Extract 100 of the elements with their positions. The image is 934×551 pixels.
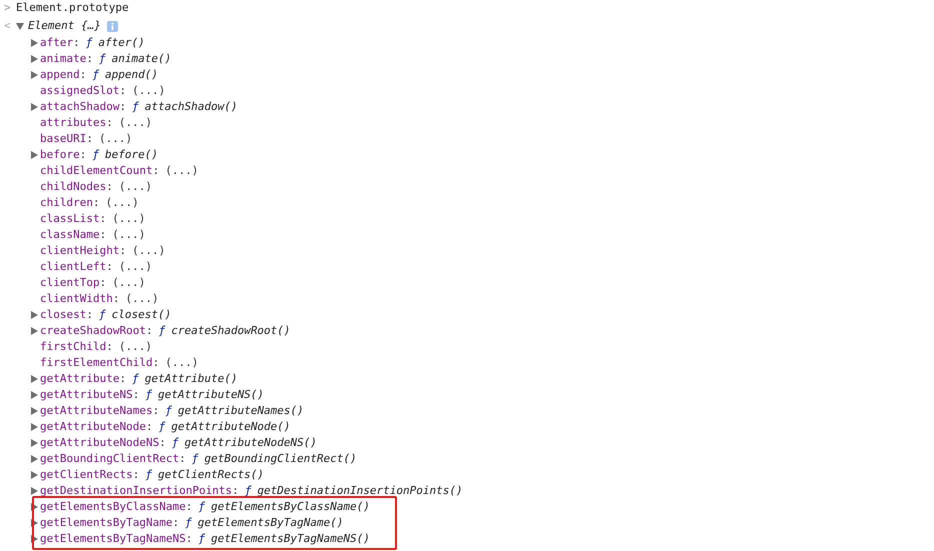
separator: : — [80, 67, 86, 83]
property-value: (...) — [165, 163, 198, 179]
property-value: getBoundingClientRect() — [204, 451, 357, 467]
object-label: Element {…} — [28, 18, 101, 34]
separator: : — [119, 371, 126, 387]
separator: : — [119, 83, 126, 99]
property-name: getElementsByTagNameNS — [40, 531, 186, 547]
separator: : — [100, 275, 106, 291]
function-mark: ƒ — [98, 51, 106, 67]
property-name: firstElementChild — [40, 355, 153, 371]
separator: : — [106, 339, 113, 355]
collapsed-triangle-icon[interactable] — [30, 151, 38, 159]
function-mark: ƒ — [92, 147, 99, 163]
collapsed-triangle-icon[interactable] — [30, 39, 38, 47]
separator: : — [152, 355, 160, 371]
property-name: closest — [40, 307, 86, 323]
function-mark: ƒ — [185, 515, 192, 531]
property-value: (...) — [112, 211, 146, 227]
separator: : — [92, 195, 100, 211]
property-value: getElementsByTagNameNS() — [210, 531, 370, 547]
property-value: (...) — [125, 291, 159, 307]
property-value: (...) — [132, 83, 166, 99]
collapsed-triangle-icon[interactable] — [30, 71, 38, 79]
property-value: getAttribute() — [144, 371, 238, 387]
separator: : — [186, 531, 192, 547]
separator: : — [152, 163, 160, 179]
function-mark: ƒ — [145, 467, 152, 483]
property-name: getElementsByClassName — [40, 499, 186, 515]
function-mark: ƒ — [92, 67, 99, 83]
function-mark: ƒ — [192, 451, 198, 467]
property-name: getClientRects — [40, 467, 133, 483]
collapsed-triangle-icon[interactable] — [30, 519, 38, 527]
separator: : — [112, 291, 120, 307]
input-text: Element.prototype — [16, 0, 129, 16]
collapsed-triangle-icon[interactable] — [30, 439, 38, 447]
property-value: (...) — [112, 227, 146, 243]
collapsed-triangle-icon[interactable] — [30, 327, 38, 335]
property-name: getAttributeNode — [40, 419, 146, 435]
function-mark: ƒ — [145, 387, 152, 403]
separator: : — [146, 419, 153, 435]
separator: : — [146, 323, 153, 339]
separator: : — [106, 115, 113, 131]
property-name: getDestinationInsertionPoints — [40, 483, 232, 499]
function-mark: ƒ — [98, 307, 106, 323]
property-name: animate — [40, 51, 86, 67]
function-mark: ƒ — [132, 99, 139, 115]
function-mark: ƒ — [165, 403, 172, 419]
property-name: getAttributeNodeNS — [40, 435, 160, 451]
property-value: getAttributeNodeNS() — [184, 435, 317, 451]
separator: : — [106, 179, 113, 195]
collapsed-triangle-icon[interactable] — [30, 471, 38, 479]
property-value: (...) — [112, 275, 146, 291]
property-name: firstChild — [40, 339, 106, 355]
property-name: clientWidth — [40, 291, 113, 307]
collapsed-triangle-icon[interactable] — [30, 503, 38, 511]
function-mark: ƒ — [198, 499, 205, 515]
separator: : — [100, 211, 106, 227]
property-value: (...) — [106, 195, 139, 211]
property-value: (...) — [118, 339, 152, 355]
collapsed-triangle-icon[interactable] — [30, 423, 38, 431]
collapsed-triangle-icon[interactable] — [30, 455, 38, 463]
separator: : — [80, 147, 86, 163]
input-prompt: > — [3, 0, 12, 16]
collapsed-triangle-icon[interactable] — [30, 407, 38, 415]
property-value: (...) — [98, 131, 132, 147]
collapsed-triangle-icon[interactable] — [30, 535, 38, 543]
function-mark: ƒ — [132, 371, 139, 387]
property-value: getDestinationInsertionPoints() — [257, 483, 463, 499]
collapsed-triangle-icon[interactable] — [30, 55, 38, 63]
separator: : — [86, 307, 93, 323]
collapsed-triangle-icon[interactable] — [30, 487, 38, 495]
separator: : — [179, 451, 186, 467]
property-name: classList — [40, 211, 100, 227]
collapsed-triangle-icon[interactable] — [30, 375, 38, 383]
separator: : — [119, 99, 126, 115]
property-value: closest() — [112, 307, 172, 323]
property-value: (...) — [118, 115, 152, 131]
separator: : — [100, 227, 106, 243]
property-name: getAttribute — [40, 371, 120, 387]
property-name: getAttributeNS — [40, 387, 133, 403]
property-value: getClientRects() — [158, 467, 264, 483]
function-mark: ƒ — [172, 435, 178, 451]
separator: : — [172, 515, 180, 531]
property-name: createShadowRoot — [40, 323, 146, 339]
collapsed-triangle-icon[interactable] — [30, 103, 38, 111]
separator: : — [132, 387, 140, 403]
function-mark: ƒ — [244, 483, 252, 499]
expanded-triangle-icon[interactable] — [16, 22, 24, 30]
property-name: clientTop — [40, 275, 100, 291]
function-mark: ƒ — [198, 531, 205, 547]
property-value: attachShadow() — [144, 99, 238, 115]
property-name: getAttributeNames — [40, 403, 153, 419]
property-value: getAttributeNames() — [178, 403, 304, 419]
collapsed-triangle-icon[interactable] — [30, 391, 38, 399]
separator: : — [86, 131, 93, 147]
collapsed-triangle-icon[interactable] — [30, 311, 38, 319]
function-mark: ƒ — [158, 323, 166, 339]
property-name: children — [40, 195, 93, 211]
separator: : — [73, 35, 80, 51]
property-name: childNodes — [40, 179, 106, 195]
